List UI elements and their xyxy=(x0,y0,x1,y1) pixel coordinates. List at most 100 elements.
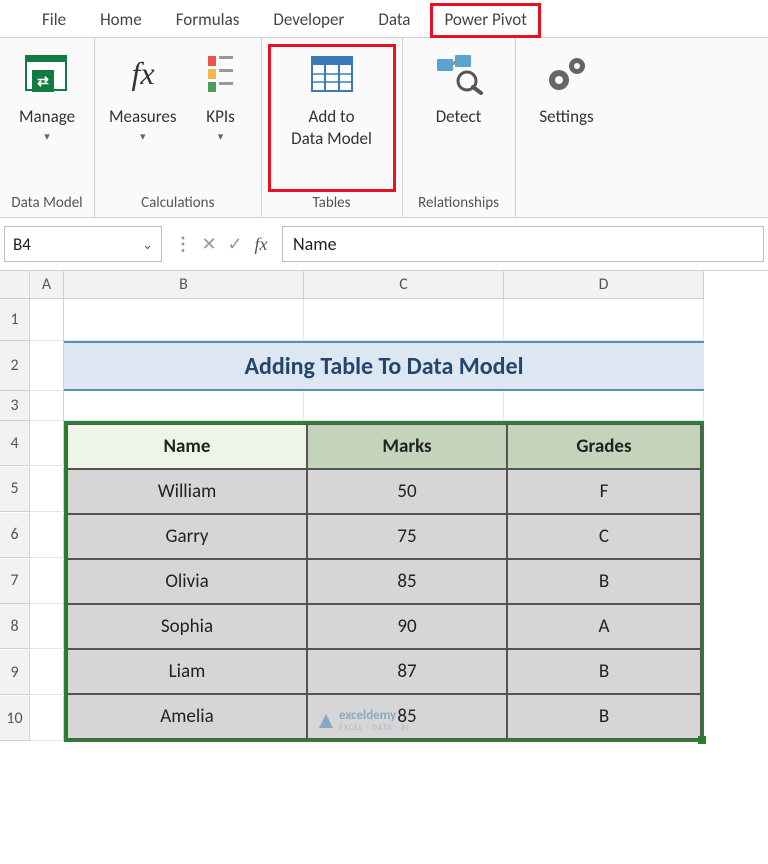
cell-reference: B4 xyxy=(13,234,31,255)
chevron-down-icon: ▾ xyxy=(44,130,50,143)
selected-table-range[interactable]: Name Marks Grades William 50 F Garry 75 … xyxy=(64,421,704,742)
row-head-4[interactable]: 4 xyxy=(0,421,30,466)
fx-icon: fx xyxy=(119,50,167,98)
group-label-calculations: Calculations xyxy=(141,192,214,216)
settings-button[interactable]: Settings xyxy=(522,44,612,192)
tab-data[interactable]: Data xyxy=(364,3,424,38)
settings-label: Settings xyxy=(539,106,593,128)
chevron-down-icon: ▾ xyxy=(218,130,224,143)
group-label-relationships: Relationships xyxy=(418,192,499,216)
menu-tabs: File Home Formulas Developer Data Power … xyxy=(0,0,768,38)
row-head-2[interactable]: 2 xyxy=(0,341,30,391)
chevron-down-icon: ▾ xyxy=(140,130,146,143)
measures-button[interactable]: fx Measures ▾ xyxy=(101,44,185,192)
col-head-d[interactable]: D xyxy=(504,271,704,299)
table-cell[interactable]: B xyxy=(507,559,701,604)
row-head-3[interactable]: 3 xyxy=(0,391,30,421)
svg-text:fx: fx xyxy=(131,55,154,91)
ribbon-group-calculations: fx Measures ▾ KPIs xyxy=(95,38,262,217)
cell[interactable] xyxy=(304,391,504,421)
kpis-label: KPIs xyxy=(206,106,235,128)
manage-button[interactable]: ⇄ Manage ▾ xyxy=(6,44,88,192)
formula-value: Name xyxy=(293,233,337,255)
row-head-7[interactable]: 7 xyxy=(0,559,30,604)
row-head-9[interactable]: 9 xyxy=(0,650,30,695)
col-head-b[interactable]: B xyxy=(64,271,304,299)
table-cell[interactable]: 75 xyxy=(307,514,507,559)
table-cell[interactable]: Amelia xyxy=(67,694,307,739)
cell[interactable] xyxy=(30,604,64,649)
watermark: exceldemy EXCEL · DATA · BI xyxy=(317,708,410,733)
name-box[interactable]: B4 ⌄ xyxy=(4,226,162,262)
ribbon-group-relationships: Detect Relationships xyxy=(403,38,516,217)
worksheet-grid[interactable]: A B C D 1 2 Adding Table To Data Model 3… xyxy=(0,271,768,742)
formula-controls: ⋮ ✕ ✓ fx xyxy=(168,233,276,255)
group-label-data-model: Data Model xyxy=(11,192,82,216)
table-cell[interactable]: Olivia xyxy=(67,559,307,604)
table-cell[interactable]: B xyxy=(507,694,701,739)
row-head-10[interactable]: 10 xyxy=(0,696,30,741)
tab-formulas[interactable]: Formulas xyxy=(162,3,254,38)
detect-button[interactable]: Detect xyxy=(409,44,509,192)
formula-bar: B4 ⌄ ⋮ ✕ ✓ fx Name xyxy=(0,218,768,271)
cell[interactable] xyxy=(30,391,64,421)
table-cell[interactable]: A xyxy=(507,604,701,649)
add-to-data-model-button[interactable]: Add to Data Model xyxy=(268,44,396,192)
title-banner[interactable]: Adding Table To Data Model xyxy=(64,341,704,391)
cell[interactable] xyxy=(304,299,504,341)
table-header-marks[interactable]: Marks xyxy=(307,424,507,469)
table-header-name[interactable]: Name xyxy=(67,424,307,469)
cell[interactable] xyxy=(504,391,704,421)
cell[interactable] xyxy=(30,467,64,512)
table-header-grades[interactable]: Grades xyxy=(507,424,701,469)
row-head-1[interactable]: 1 xyxy=(0,299,30,341)
kpi-icon xyxy=(197,50,245,98)
row-head-8[interactable]: 8 xyxy=(0,604,30,649)
table-cell[interactable]: 87 xyxy=(307,649,507,694)
table-cell[interactable]: Sophia xyxy=(67,604,307,649)
tab-home[interactable]: Home xyxy=(86,3,156,38)
svg-text:⇄: ⇄ xyxy=(37,73,49,90)
tab-power-pivot[interactable]: Power Pivot xyxy=(430,3,540,38)
watermark-brand: exceldemy xyxy=(339,708,396,723)
manage-icon: ⇄ xyxy=(23,50,71,98)
cell[interactable] xyxy=(30,299,64,341)
cell[interactable] xyxy=(64,391,304,421)
tab-developer[interactable]: Developer xyxy=(259,3,358,38)
row-head-6[interactable]: 6 xyxy=(0,513,30,558)
cell[interactable] xyxy=(30,559,64,604)
table-cell[interactable]: F xyxy=(507,469,701,514)
table-cell[interactable]: 90 xyxy=(307,604,507,649)
cell[interactable] xyxy=(30,421,64,466)
cell[interactable] xyxy=(30,696,64,741)
table-cell[interactable]: 50 xyxy=(307,469,507,514)
enter-icon[interactable]: ✓ xyxy=(224,233,246,255)
tab-file[interactable]: File xyxy=(28,3,80,38)
ribbon-group-tables: Add to Data Model Tables xyxy=(262,38,403,217)
table-cell[interactable]: Liam xyxy=(67,649,307,694)
cell[interactable] xyxy=(504,299,704,341)
table-cell[interactable]: Garry xyxy=(67,514,307,559)
cell[interactable] xyxy=(30,513,64,558)
table-cell[interactable]: B xyxy=(507,649,701,694)
col-head-a[interactable]: A xyxy=(30,271,64,299)
select-all-corner[interactable] xyxy=(0,271,30,299)
cell[interactable] xyxy=(64,299,304,341)
fx-icon[interactable]: fx xyxy=(250,234,272,255)
formula-input[interactable]: Name xyxy=(282,226,764,262)
col-head-c[interactable]: C xyxy=(304,271,504,299)
group-label-settings xyxy=(565,192,568,216)
table-cell[interactable]: William xyxy=(67,469,307,514)
row-head-5[interactable]: 5 xyxy=(0,467,30,512)
selection-handle[interactable] xyxy=(698,736,706,744)
detect-icon xyxy=(435,50,483,98)
cell[interactable] xyxy=(30,341,64,391)
kpis-button[interactable]: KPIs ▾ xyxy=(187,44,255,192)
chevron-down-icon[interactable]: ⌄ xyxy=(142,238,153,253)
gear-icon xyxy=(543,50,591,98)
table-cell[interactable]: 85 xyxy=(307,559,507,604)
cell[interactable] xyxy=(30,650,64,695)
table-cell[interactable]: C xyxy=(507,514,701,559)
cancel-icon[interactable]: ✕ xyxy=(198,233,220,255)
ribbon-group-settings: Settings xyxy=(516,38,618,217)
